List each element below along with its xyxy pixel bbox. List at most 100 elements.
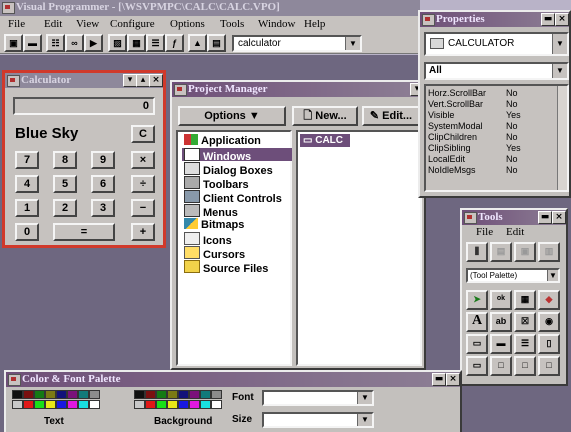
- script-icon[interactable]: ƒ: [165, 34, 184, 52]
- color-swatch[interactable]: [78, 390, 89, 399]
- color-swatch[interactable]: [178, 400, 189, 409]
- color-swatch[interactable]: [12, 390, 23, 399]
- color-swatch[interactable]: [134, 390, 145, 399]
- color-swatch[interactable]: [89, 390, 100, 399]
- dialog-tool-icon[interactable]: ▦: [514, 290, 536, 310]
- chevron-down-icon[interactable]: ▼: [547, 270, 558, 281]
- key-3[interactable]: 3: [91, 199, 115, 217]
- edit-window-icon[interactable]: ▨: [108, 34, 127, 52]
- color-swatch[interactable]: [189, 390, 200, 399]
- maximize-icon[interactable]: ▴: [136, 74, 150, 87]
- property-row[interactable]: SystemModal No: [426, 121, 561, 131]
- new-button[interactable]: 🗋 New...: [292, 106, 358, 126]
- checkbox-tool-icon[interactable]: ☒: [514, 312, 536, 332]
- frame-tool-icon[interactable]: □: [490, 356, 512, 376]
- bitmap-icon[interactable]: ▲: [188, 34, 207, 52]
- key-add[interactable]: +: [131, 223, 155, 241]
- list-item-menus[interactable]: Menus: [184, 204, 238, 219]
- color-swatch[interactable]: [145, 390, 156, 399]
- key-equals[interactable]: =: [53, 223, 115, 241]
- color-swatch[interactable]: [200, 390, 211, 399]
- color-swatch[interactable]: [156, 390, 167, 399]
- palette-copy-icon[interactable]: ▣: [514, 242, 536, 262]
- color-swatch[interactable]: [211, 390, 222, 399]
- clear-button[interactable]: C: [131, 125, 155, 143]
- list-item-calc[interactable]: ▭ CALC: [300, 134, 350, 147]
- color-swatch[interactable]: [56, 400, 67, 409]
- color-swatch[interactable]: [12, 400, 23, 409]
- list-item-source-files[interactable]: Source Files: [184, 260, 268, 275]
- chevron-down-icon[interactable]: ▼: [345, 37, 360, 50]
- paint-tool-icon[interactable]: ◆: [538, 290, 560, 310]
- tools-menu-file[interactable]: File: [476, 226, 493, 238]
- property-row[interactable]: NoIdleMsgs No: [426, 165, 561, 175]
- list-item-client-controls[interactable]: Client Controls: [184, 190, 282, 205]
- color-swatch[interactable]: [23, 390, 34, 399]
- menu-editor-icon[interactable]: ☰: [146, 34, 165, 52]
- color-swatch[interactable]: [89, 400, 100, 409]
- tools-menu-edit[interactable]: Edit: [506, 226, 524, 238]
- close-icon[interactable]: ×: [446, 373, 460, 386]
- list-item-application[interactable]: Application: [184, 134, 261, 147]
- key-9[interactable]: 9: [91, 151, 115, 169]
- color-swatch[interactable]: [200, 400, 211, 409]
- form-icon[interactable]: ▤: [207, 34, 226, 52]
- property-row[interactable]: Visible Yes: [426, 110, 561, 120]
- property-row[interactable]: Vert.ScrollBar No: [426, 99, 561, 109]
- palette-grid-icon[interactable]: ⫼: [466, 242, 488, 262]
- key-7[interactable]: 7: [15, 151, 39, 169]
- list-item-icons[interactable]: Icons: [184, 232, 232, 247]
- color-swatch[interactable]: [167, 390, 178, 399]
- minimize-icon[interactable]: ▬: [541, 13, 555, 26]
- line-tool-icon[interactable]: ▬: [490, 334, 512, 354]
- palette-layout-icon[interactable]: ▤: [490, 242, 512, 262]
- list-tool-icon[interactable]: ☰: [514, 334, 536, 354]
- key-5[interactable]: 5: [53, 175, 77, 193]
- menu-view[interactable]: View: [76, 18, 99, 30]
- tree-icon[interactable]: ☷: [46, 34, 65, 52]
- font-combo[interactable]: ▼: [262, 390, 374, 406]
- size-combo[interactable]: ▼: [262, 412, 374, 428]
- minimize-icon[interactable]: ▾: [123, 74, 137, 87]
- close-icon[interactable]: ×: [149, 74, 163, 87]
- color-swatch[interactable]: [189, 400, 200, 409]
- color-swatch[interactable]: [78, 400, 89, 409]
- menu-tools[interactable]: Tools: [220, 18, 244, 30]
- close-icon[interactable]: ×: [555, 13, 569, 26]
- object-selector[interactable]: CALCULATOR ▼: [424, 32, 569, 56]
- vertical-scrollbar[interactable]: [557, 86, 567, 190]
- color-swatch[interactable]: [45, 390, 56, 399]
- color-swatch[interactable]: [23, 400, 34, 409]
- list-item-toolbars[interactable]: Toolbars: [184, 176, 249, 191]
- property-row[interactable]: ClipChildren No: [426, 132, 561, 142]
- list-item-cursors[interactable]: Cursors: [184, 246, 245, 261]
- chevron-down-icon[interactable]: ▼: [552, 34, 567, 54]
- color-swatch[interactable]: [145, 400, 156, 409]
- glasses-icon[interactable]: ∞: [65, 34, 84, 52]
- color-swatch[interactable]: [67, 400, 78, 409]
- key-multiply[interactable]: ×: [131, 151, 155, 169]
- menu-help[interactable]: Help: [304, 18, 325, 30]
- menu-file[interactable]: File: [8, 18, 25, 30]
- project-icon[interactable]: ▣: [4, 34, 23, 52]
- scroll-tool-icon[interactable]: ▯: [538, 334, 560, 354]
- tool-palette-combo[interactable]: (Tool Palette) ▼: [466, 268, 560, 283]
- color-swatch[interactable]: [211, 400, 222, 409]
- color-swatch[interactable]: [67, 390, 78, 399]
- key-4[interactable]: 4: [15, 175, 39, 193]
- color-swatch[interactable]: [45, 400, 56, 409]
- color-swatch[interactable]: [156, 400, 167, 409]
- color-swatch[interactable]: [56, 390, 67, 399]
- menu-window[interactable]: Window: [258, 18, 295, 30]
- label-tool-icon[interactable]: ab: [490, 312, 512, 332]
- edit-button[interactable]: ✎ Edit...: [362, 106, 420, 126]
- list-item-bitmaps[interactable]: Bitmaps: [184, 218, 244, 231]
- key-divide[interactable]: ÷: [131, 175, 155, 193]
- object-combo[interactable]: calculator ▼: [232, 35, 362, 52]
- key-subtract[interactable]: −: [131, 199, 155, 217]
- color-swatch[interactable]: [34, 400, 45, 409]
- color-swatch[interactable]: [167, 400, 178, 409]
- list-item-windows[interactable]: Windows: [182, 148, 292, 163]
- chevron-down-icon[interactable]: ▼: [357, 392, 372, 404]
- dialog-icon[interactable]: ▦: [127, 34, 146, 52]
